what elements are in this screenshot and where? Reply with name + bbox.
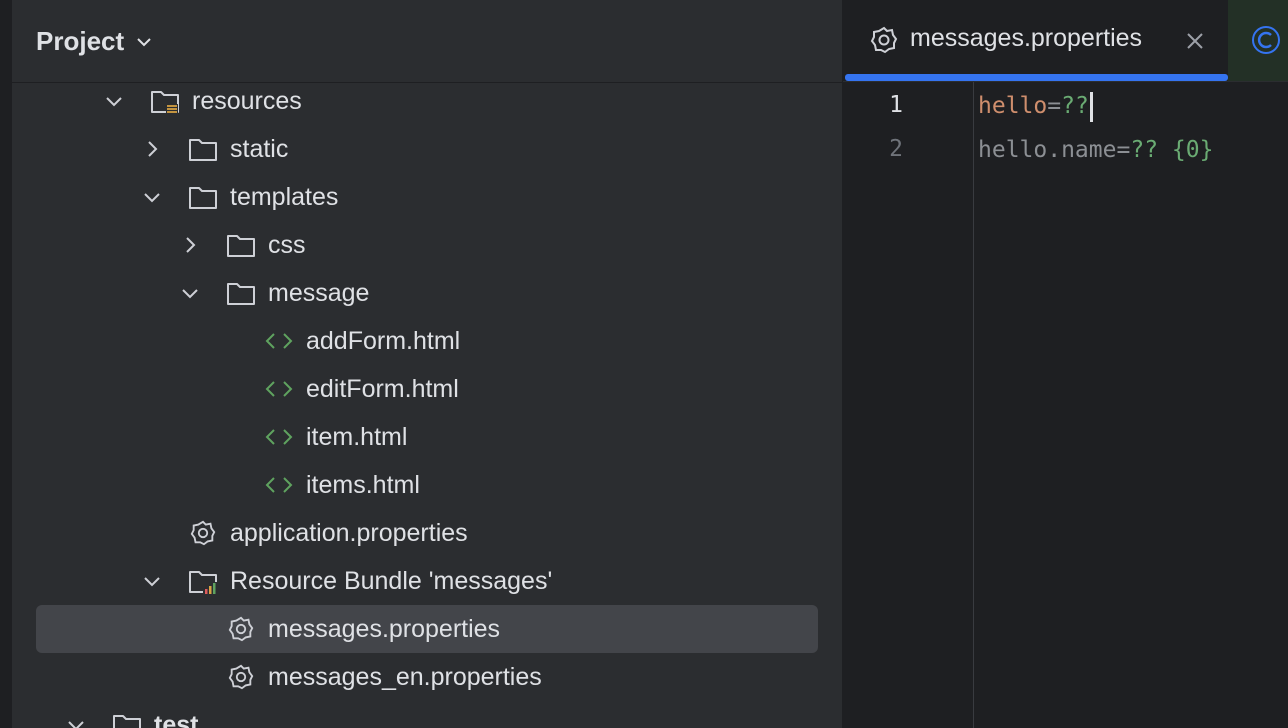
close-icon[interactable] — [1185, 31, 1205, 51]
tree-item-label: addForm.html — [306, 327, 461, 355]
tree-item-message[interactable]: message — [12, 269, 842, 317]
gear-icon — [226, 663, 256, 691]
tree-item-label: application.properties — [230, 519, 468, 547]
tree-item-resources[interactable]: resources — [12, 77, 842, 125]
editor-area: messages.properties 12 hello=?? hello.nam… — [843, 0, 1288, 728]
chevron-down-icon[interactable] — [64, 713, 88, 728]
chevron-down-icon — [137, 37, 151, 46]
property-value: ?? — [1061, 93, 1089, 119]
chevron-down-icon[interactable] — [178, 281, 202, 305]
line-number: 1 — [889, 92, 903, 118]
tree-item-label: items.html — [306, 471, 420, 499]
tree-item-label: message — [268, 279, 370, 307]
chevron-down-icon[interactable] — [140, 185, 164, 209]
project-header: Project — [12, 0, 842, 83]
chevron-down-icon[interactable] — [102, 89, 126, 113]
line-number: 2 — [889, 136, 903, 162]
resource-bundle-icon — [188, 567, 218, 595]
folder-icon — [188, 183, 218, 211]
tree-item-label: templates — [230, 183, 339, 211]
code-line[interactable]: hello=?? — [978, 90, 1093, 122]
folder-icon — [112, 711, 142, 728]
tree-item-resource-bundle-messages[interactable]: Resource Bundle 'messages' — [12, 557, 842, 605]
tree-item-messages-en-properties[interactable]: messages_en.properties — [12, 653, 842, 701]
property-value: ?? — [1130, 137, 1172, 163]
tree-item-label: item.html — [306, 423, 408, 451]
html-icon — [264, 375, 294, 403]
code-line[interactable]: hello.name=?? {0} — [978, 134, 1213, 166]
gear-icon — [226, 615, 256, 643]
line-gutter: 12 — [843, 82, 974, 728]
html-icon — [264, 471, 294, 499]
project-title: Project — [36, 26, 125, 56]
gear-icon — [188, 519, 218, 547]
folder-icon — [226, 231, 256, 259]
html-icon — [264, 423, 294, 451]
resources-folder-icon — [150, 87, 180, 115]
tree-item-editform-html[interactable]: editForm.html — [12, 365, 842, 413]
tree-item-label: editForm.html — [306, 375, 459, 403]
folder-icon — [188, 135, 218, 163]
folder-icon — [226, 279, 256, 307]
gear-icon — [870, 26, 898, 54]
project-panel: Project resources static templates css messa… — [12, 0, 842, 728]
tab-messages-properties[interactable]: messages.properties — [843, 0, 1228, 81]
html-icon — [264, 327, 294, 355]
tree-item-items-html[interactable]: items.html — [12, 461, 842, 509]
tree-item-static[interactable]: static — [12, 125, 842, 173]
tree-item-label: Resource Bundle 'messages' — [230, 567, 553, 595]
property-key: hello — [978, 93, 1048, 119]
format-argument: {0} — [1171, 137, 1214, 163]
tree-item-label: messages_en.properties — [268, 663, 542, 691]
chevron-down-icon[interactable] — [140, 569, 164, 593]
tree-item-css[interactable]: css — [12, 221, 842, 269]
active-tab-indicator — [845, 74, 1228, 81]
tree-item-item-html[interactable]: item.html — [12, 413, 842, 461]
chevron-right-icon[interactable] — [178, 233, 202, 257]
class-icon — [1252, 26, 1280, 54]
property-key: hello.name — [978, 137, 1117, 163]
tree-item-messages-properties[interactable]: messages.properties — [12, 605, 842, 653]
editor-tab-bar: messages.properties — [843, 0, 1288, 82]
text-caret — [1089, 91, 1093, 122]
tree-item-label: static — [230, 135, 289, 163]
chevron-right-icon[interactable] — [140, 137, 164, 161]
left-tool-strip — [0, 0, 12, 728]
equals-sign: = — [1116, 137, 1131, 163]
tree-item-label: resources — [192, 87, 302, 115]
tab-label: messages.properties — [910, 24, 1143, 52]
equals-sign: = — [1047, 93, 1062, 119]
project-view-selector[interactable]: Project — [36, 26, 154, 57]
tree-item-addform-html[interactable]: addForm.html — [12, 317, 842, 365]
tree-item-templates[interactable]: templates — [12, 173, 842, 221]
tree-item-test[interactable]: test — [12, 701, 842, 728]
tree-item-label: css — [268, 231, 306, 259]
tree-item-application-properties[interactable]: application.properties — [12, 509, 842, 557]
tree-item-label: test — [154, 711, 199, 728]
tree-item-label: messages.properties — [268, 615, 501, 643]
tab-class-file[interactable] — [1228, 0, 1288, 81]
